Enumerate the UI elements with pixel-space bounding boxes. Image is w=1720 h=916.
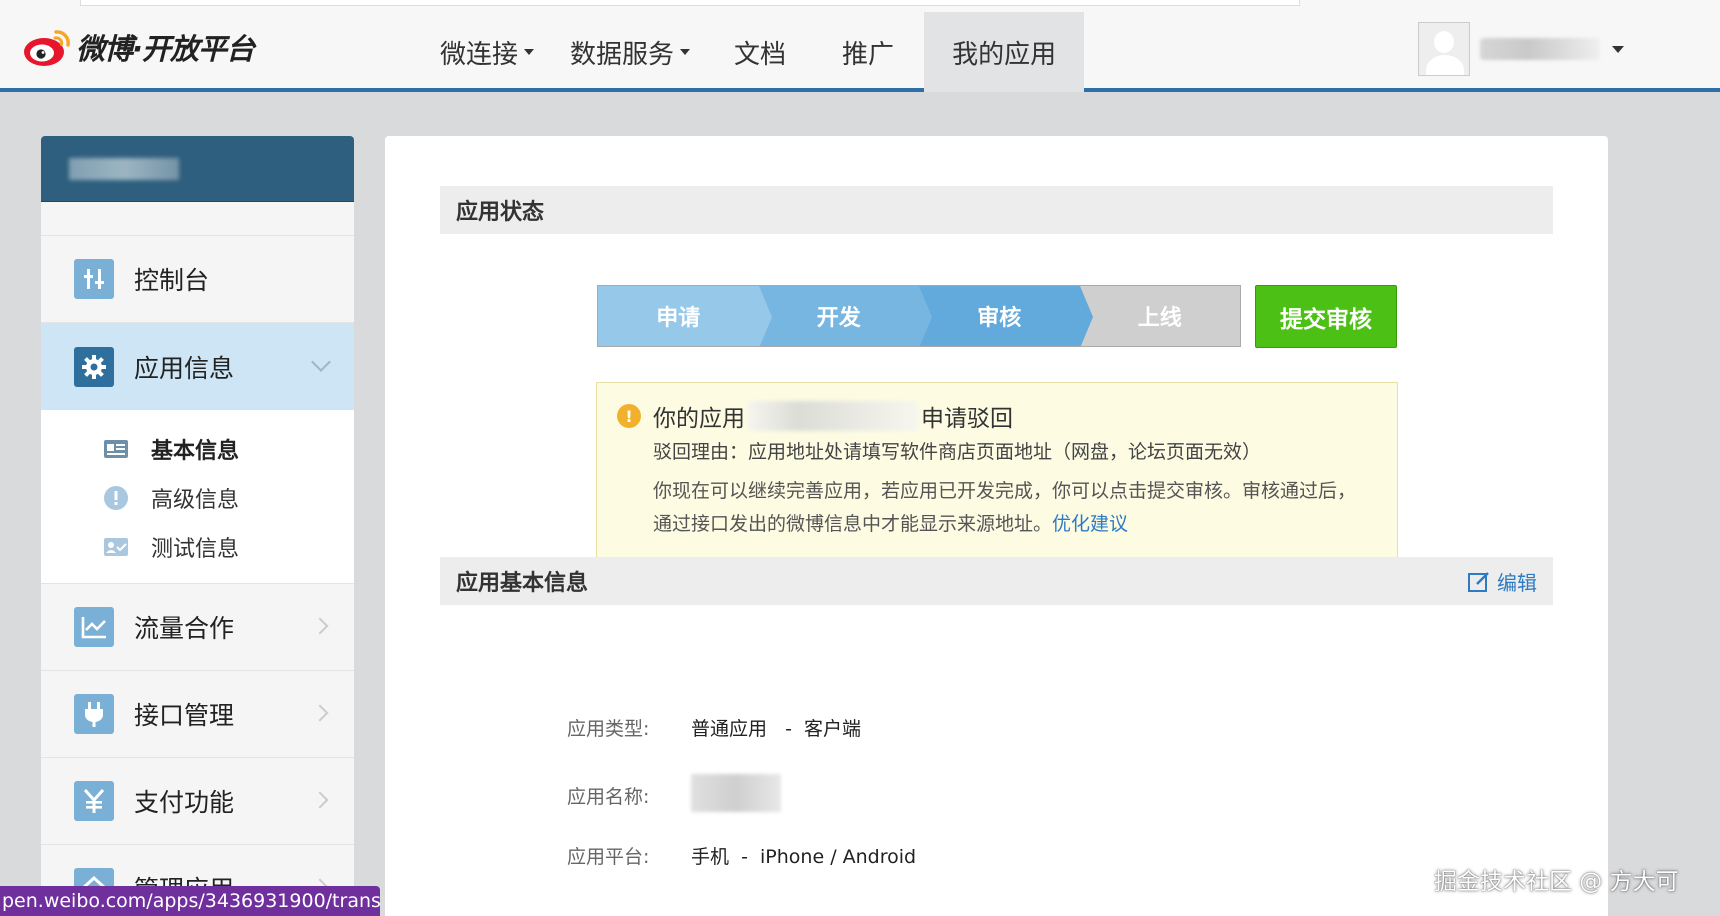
chevron-down-icon — [311, 352, 331, 372]
submenu-item-test-info[interactable]: 测试信息 — [41, 522, 354, 571]
submenu-item-label: 高级信息 — [151, 487, 240, 513]
info-label: 应用名称: — [567, 785, 650, 808]
nav-label: 我的应用 — [952, 39, 1057, 70]
nav-my-apps[interactable]: 我的应用 — [924, 12, 1085, 92]
caret-down-icon — [524, 49, 535, 55]
chevron-right-icon — [311, 791, 329, 809]
exclamation-circle-icon — [103, 485, 129, 510]
edit-pencil-icon — [1468, 571, 1489, 592]
browser-top-strip — [80, 0, 1300, 6]
caret-down-icon — [680, 49, 691, 55]
watermark: 掘金技术社区 @ 方大可 — [1434, 869, 1679, 895]
chart-line-icon — [74, 607, 114, 647]
rejection-notice: ! 你的应用 申请驳回 驳回理由：应用地址处请填写软件商店页面地址（网盘，论坛页… — [596, 382, 1398, 560]
step-label: 审核 — [977, 306, 1022, 331]
sidebar-item-label: 控制台 — [134, 266, 210, 295]
info-row-app-type: 应用类型: 普通应用 - 客户端 — [567, 714, 861, 741]
link-preview-statusbar: pen.weibo.com/apps/3436931900/transfer — [0, 886, 380, 916]
step-label: 申请 — [656, 306, 701, 331]
default-avatar-icon — [1418, 22, 1470, 76]
console-sliders-icon — [74, 259, 114, 299]
step-online: 上线 — [1079, 286, 1240, 346]
info-label: 应用平台: — [567, 846, 650, 868]
sidebar-item-label: 应用信息 — [134, 353, 235, 383]
test-card-icon — [103, 536, 129, 558]
submenu-item-advanced-info[interactable]: 高级信息 — [41, 473, 354, 522]
progress-steps: 申请 开发 审核 上线 — [597, 285, 1241, 347]
notice-headline: 你的应用 申请驳回 — [653, 399, 1013, 433]
brand-logo[interactable]: 微博·开放平台 — [22, 26, 255, 68]
sidebar-spacer — [41, 202, 354, 236]
app-name-redacted — [747, 401, 919, 431]
info-label: 应用类型: — [567, 718, 650, 740]
step-review: 审核 — [919, 286, 1093, 346]
notice-body: 你现在可以继续完善应用，若应用已开发完成，你可以点击提交审核。审核通过后，通过接… — [653, 475, 1373, 541]
user-name-redacted — [1480, 38, 1600, 60]
step-label: 开发 — [816, 306, 861, 331]
brand-name: 微博·开放平台 — [76, 32, 255, 66]
submenu-item-basic-info[interactable]: 基本信息 — [41, 424, 354, 473]
sidebar-item-api[interactable]: 接口管理 — [41, 671, 354, 758]
step-develop: 开发 — [758, 286, 932, 346]
nav-weilianjie[interactable]: 微连接 — [422, 12, 552, 92]
info-row-app-platform: 应用平台: 手机 - iPhone / Android — [567, 842, 916, 869]
info-value: 手机 - iPhone / Android — [691, 846, 917, 868]
top-navbar: 微博·开放平台 微连接 数据服务 文档 推广 我的应用 — [0, 0, 1720, 92]
app-name-redacted — [69, 158, 179, 180]
nav-label: 文档 — [734, 39, 787, 70]
caret-down-icon — [1612, 45, 1624, 53]
rejection-reason: 驳回理由：应用地址处请填写软件商店页面地址（网盘，论坛页面无效） — [653, 441, 1262, 463]
sidebar-item-traffic[interactable]: 流量合作 — [41, 584, 354, 671]
info-value: 普通应用 - 客户端 — [691, 718, 862, 740]
step-label: 上线 — [1137, 306, 1182, 331]
id-card-icon — [103, 438, 129, 460]
nav-label: 数据服务 — [570, 39, 675, 70]
basic-info-section-header: 应用基本信息 编辑 — [440, 557, 1553, 605]
nav-docs[interactable]: 文档 — [708, 12, 812, 92]
sidebar: 控制台 应用信息 基本信息 高级信息 测试信息 流量合作 接口管理 支付功能 — [41, 136, 354, 916]
submenu-item-label: 基本信息 — [151, 438, 240, 464]
main-panel: 应用状态 申请 开发 审核 上线 提交审核 ! 你的应用 申请驳回 驳回理由：应… — [385, 136, 1608, 916]
sidebar-item-label: 流量合作 — [134, 614, 235, 643]
optimization-tips-link[interactable]: 优化建议 — [1052, 513, 1128, 535]
step-apply: 申请 — [598, 286, 772, 346]
user-menu[interactable] — [1418, 22, 1624, 76]
section-title: 应用基本信息 — [456, 571, 589, 596]
nav-data-services[interactable]: 数据服务 — [552, 12, 708, 92]
nav-promote[interactable]: 推广 — [812, 12, 924, 92]
main-nav: 微连接 数据服务 文档 推广 我的应用 — [422, 12, 1085, 92]
app-info-submenu: 基本信息 高级信息 测试信息 — [41, 410, 354, 584]
notice-suffix: 申请驳回 — [921, 406, 1013, 432]
nav-label: 推广 — [842, 39, 895, 70]
yen-icon — [74, 781, 114, 821]
app-name-redacted — [691, 774, 781, 812]
sidebar-item-label: 接口管理 — [134, 701, 235, 730]
sidebar-app-header — [41, 136, 354, 202]
chevron-right-icon — [311, 617, 329, 635]
sidebar-item-payment[interactable]: 支付功能 — [41, 758, 354, 845]
gear-icon — [74, 346, 114, 387]
plug-icon — [74, 694, 114, 734]
edit-label: 编辑 — [1497, 571, 1537, 595]
status-section-header: 应用状态 — [440, 186, 1553, 234]
notice-prefix: 你的应用 — [653, 406, 745, 432]
weibo-eye-icon — [22, 26, 74, 68]
notice-body-text: 你现在可以继续完善应用，若应用已开发完成，你可以点击提交审核。审核通过后，通过接… — [653, 480, 1357, 535]
warning-circle-icon: ! — [617, 404, 641, 428]
sidebar-item-app-info[interactable]: 应用信息 — [41, 323, 354, 410]
section-title: 应用状态 — [456, 200, 545, 225]
chevron-right-icon — [311, 704, 329, 722]
submit-review-button[interactable]: 提交审核 — [1255, 285, 1397, 348]
submenu-item-label: 测试信息 — [151, 536, 240, 562]
sidebar-item-console[interactable]: 控制台 — [41, 236, 354, 323]
nav-label: 微连接 — [440, 39, 519, 70]
sidebar-item-label: 支付功能 — [134, 788, 235, 817]
info-row-app-name: 应用名称: — [567, 774, 781, 812]
edit-button[interactable]: 编辑 — [1467, 567, 1537, 596]
